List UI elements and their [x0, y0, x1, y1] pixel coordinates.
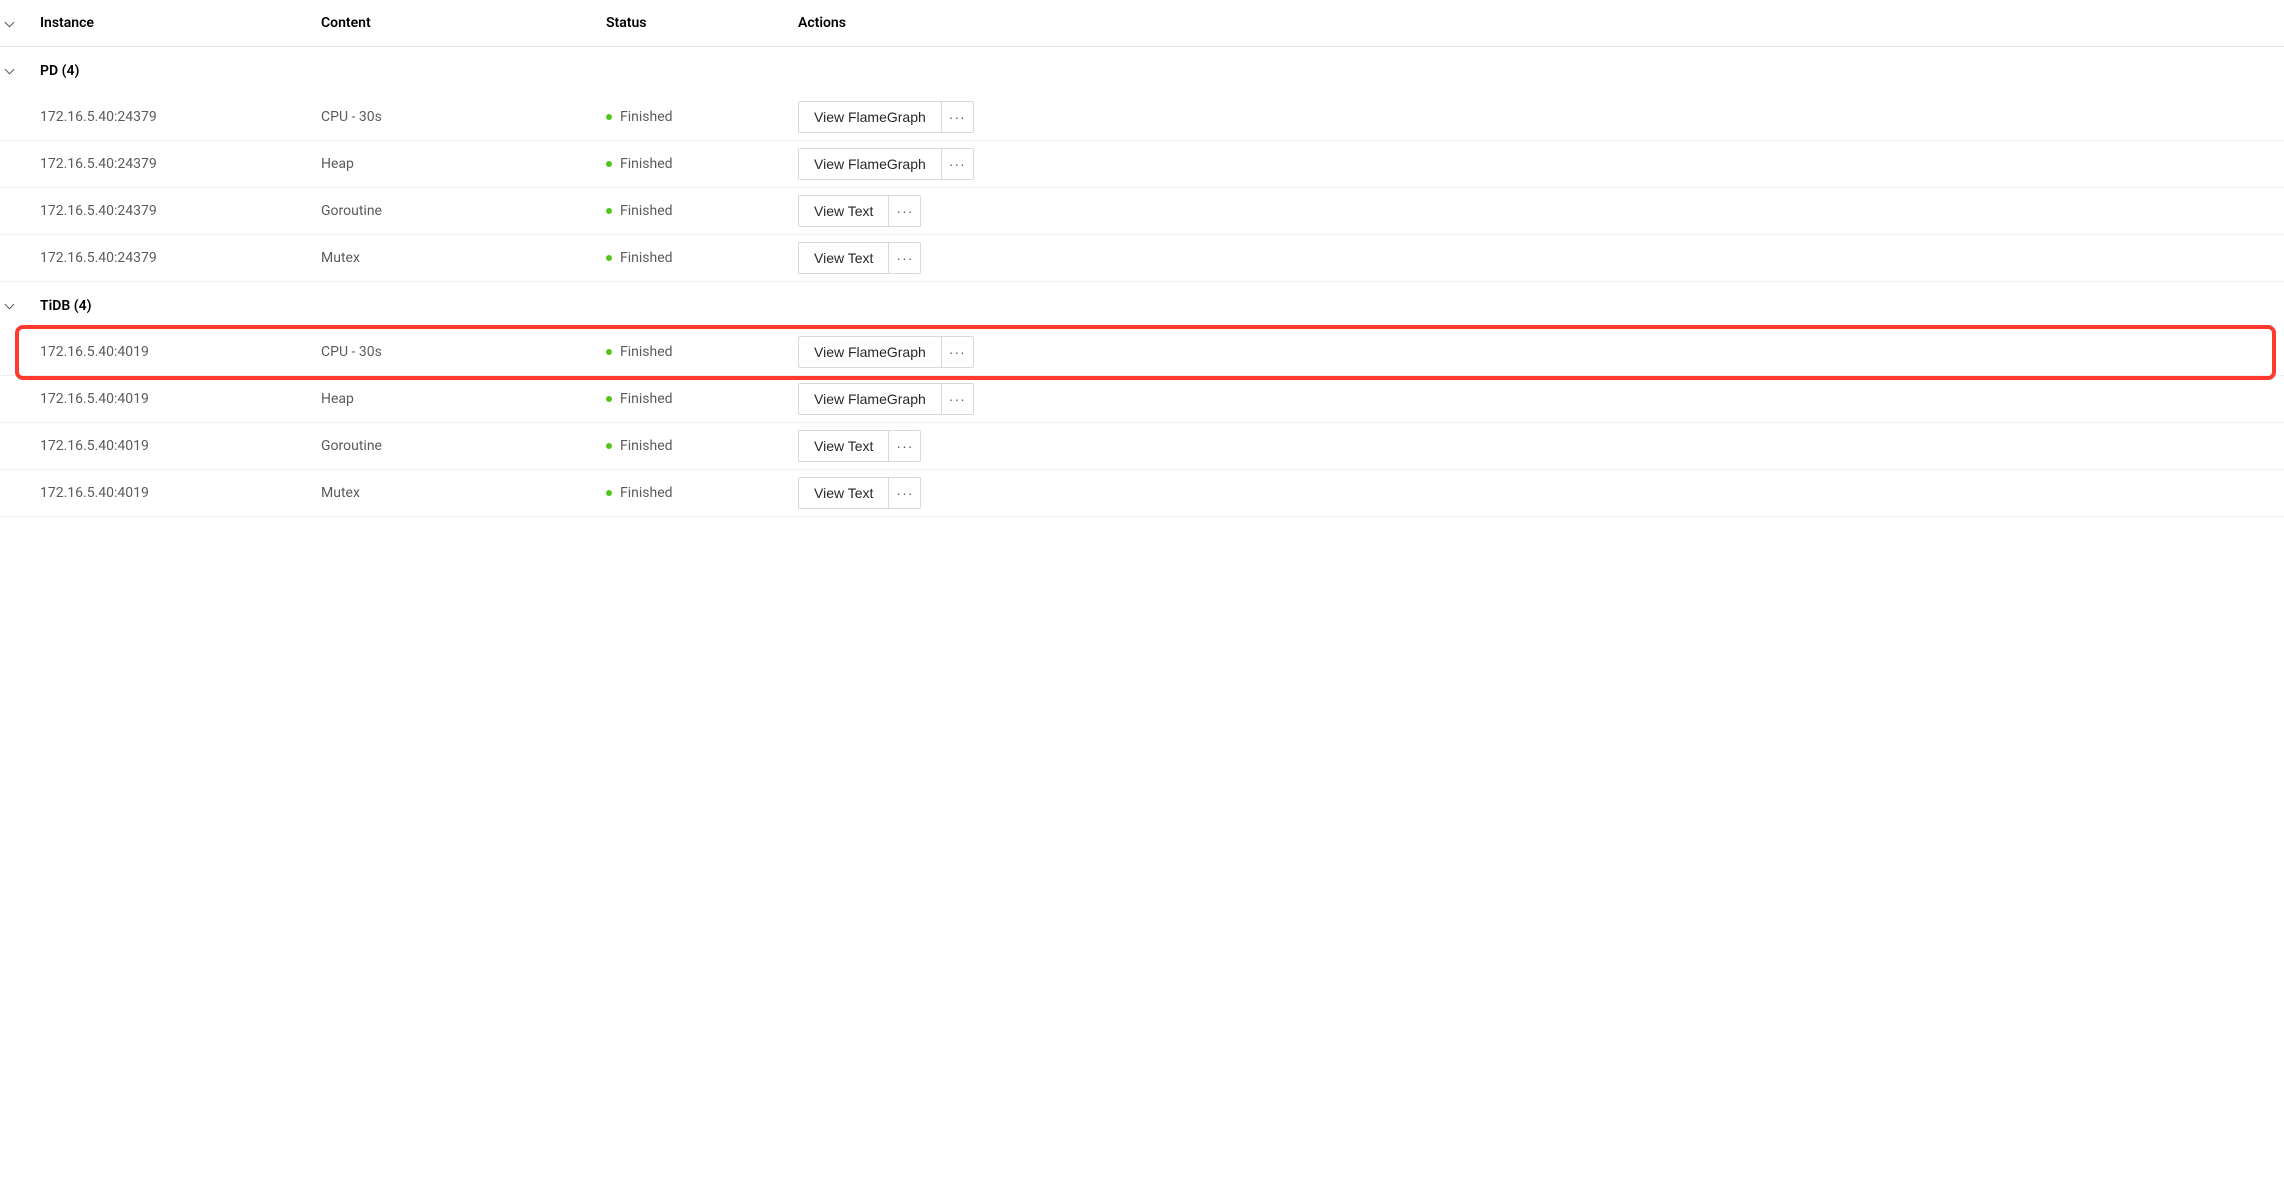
table-row: 172.16.5.40:4019CPU - 30s Finished View Fl…: [0, 329, 2284, 376]
more-actions-button[interactable]: ···: [942, 383, 974, 415]
row-actions: View Text ···: [798, 242, 2278, 274]
group-header-pd[interactable]: PD (4): [0, 47, 2284, 94]
chevron-down-icon: [5, 17, 15, 27]
row-instance: 172.16.5.40:24379: [40, 250, 321, 266]
view-text-button[interactable]: View Text: [798, 430, 889, 462]
profiling-table: Instance Content Status Actions PD (4) 17…: [0, 0, 2284, 517]
ellipsis-icon: ···: [949, 345, 966, 359]
row-instance: 172.16.5.40:4019: [40, 438, 321, 454]
row-content: Mutex: [321, 250, 606, 266]
status-text: Finished: [620, 391, 673, 407]
row-actions: View Text ···: [798, 195, 2278, 227]
row-instance: 172.16.5.40:24379: [40, 203, 321, 219]
row-status: Finished: [606, 485, 798, 501]
table-row: 172.16.5.40:24379Heap Finished View FlameG…: [0, 141, 2284, 188]
row-instance: 172.16.5.40:4019: [40, 485, 321, 501]
status-text: Finished: [620, 109, 673, 125]
row-actions: View Text ···: [798, 477, 2278, 509]
row-actions: View FlameGraph ···: [798, 336, 2278, 368]
row-actions: View Text ···: [798, 430, 2278, 462]
table-row: 172.16.5.40:4019Heap Finished View FlameGr…: [0, 376, 2284, 423]
ellipsis-icon: ···: [949, 157, 966, 171]
group-label: TiDB (4): [40, 298, 321, 314]
row-content: Mutex: [321, 485, 606, 501]
status-dot-icon: [606, 255, 612, 261]
row-status: Finished: [606, 156, 798, 172]
table-header-row: Instance Content Status Actions: [0, 0, 2284, 47]
row-status: Finished: [606, 203, 798, 219]
ellipsis-icon: ···: [949, 392, 966, 406]
status-dot-icon: [606, 396, 612, 402]
ellipsis-icon: ···: [896, 204, 913, 218]
row-status: Finished: [606, 344, 798, 360]
row-content: Heap: [321, 156, 606, 172]
group-expand-toggle[interactable]: [6, 68, 40, 73]
status-dot-icon: [606, 161, 612, 167]
status-dot-icon: [606, 114, 612, 120]
ellipsis-icon: ···: [896, 486, 913, 500]
view-text-button[interactable]: View Text: [798, 195, 889, 227]
status-text: Finished: [620, 438, 673, 454]
ellipsis-icon: ···: [949, 110, 966, 124]
row-content: Goroutine: [321, 203, 606, 219]
status-text: Finished: [620, 344, 673, 360]
view-flamegraph-button[interactable]: View FlameGraph: [798, 383, 942, 415]
more-actions-button[interactable]: ···: [889, 430, 921, 462]
row-actions: View FlameGraph ···: [798, 383, 2278, 415]
status-text: Finished: [620, 203, 673, 219]
header-expand-toggle[interactable]: [6, 21, 40, 26]
view-text-button[interactable]: View Text: [798, 242, 889, 274]
row-instance: 172.16.5.40:24379: [40, 156, 321, 172]
table-row: 172.16.5.40:24379CPU - 30s Finished View F…: [0, 94, 2284, 141]
row-status: Finished: [606, 250, 798, 266]
group-header-tidb[interactable]: TiDB (4): [0, 282, 2284, 329]
row-instance: 172.16.5.40:4019: [40, 391, 321, 407]
view-flamegraph-button[interactable]: View FlameGraph: [798, 148, 942, 180]
more-actions-button[interactable]: ···: [889, 477, 921, 509]
status-text: Finished: [620, 485, 673, 501]
header-actions: Actions: [798, 15, 2278, 31]
status-dot-icon: [606, 349, 612, 355]
view-text-button[interactable]: View Text: [798, 477, 889, 509]
row-status: Finished: [606, 109, 798, 125]
view-flamegraph-button[interactable]: View FlameGraph: [798, 101, 942, 133]
row-content: CPU - 30s: [321, 344, 606, 360]
table-row: 172.16.5.40:24379Mutex Finished View Text ·…: [0, 235, 2284, 282]
more-actions-button[interactable]: ···: [889, 242, 921, 274]
row-content: Heap: [321, 391, 606, 407]
more-actions-button[interactable]: ···: [942, 148, 974, 180]
row-instance: 172.16.5.40:4019: [40, 344, 321, 360]
row-actions: View FlameGraph ···: [798, 148, 2278, 180]
view-flamegraph-button[interactable]: View FlameGraph: [798, 336, 942, 368]
chevron-down-icon: [5, 65, 15, 75]
row-status: Finished: [606, 391, 798, 407]
more-actions-button[interactable]: ···: [942, 101, 974, 133]
header-content: Content: [321, 15, 606, 31]
table-row: 172.16.5.40:24379Goroutine Finished View T…: [0, 188, 2284, 235]
status-dot-icon: [606, 490, 612, 496]
status-dot-icon: [606, 443, 612, 449]
more-actions-button[interactable]: ···: [942, 336, 974, 368]
table-row: 172.16.5.40:4019Mutex Finished View Text ··…: [0, 470, 2284, 517]
table-row: 172.16.5.40:4019Goroutine Finished View Te…: [0, 423, 2284, 470]
row-content: Goroutine: [321, 438, 606, 454]
ellipsis-icon: ···: [896, 439, 913, 453]
row-content: CPU - 30s: [321, 109, 606, 125]
group-label: PD (4): [40, 63, 321, 79]
status-text: Finished: [620, 250, 673, 266]
status-text: Finished: [620, 156, 673, 172]
header-instance: Instance: [40, 15, 321, 31]
row-status: Finished: [606, 438, 798, 454]
group-expand-toggle[interactable]: [6, 303, 40, 308]
more-actions-button[interactable]: ···: [889, 195, 921, 227]
chevron-down-icon: [5, 300, 15, 310]
row-instance: 172.16.5.40:24379: [40, 109, 321, 125]
header-status: Status: [606, 15, 798, 31]
status-dot-icon: [606, 208, 612, 214]
ellipsis-icon: ···: [896, 251, 913, 265]
row-actions: View FlameGraph ···: [798, 101, 2278, 133]
